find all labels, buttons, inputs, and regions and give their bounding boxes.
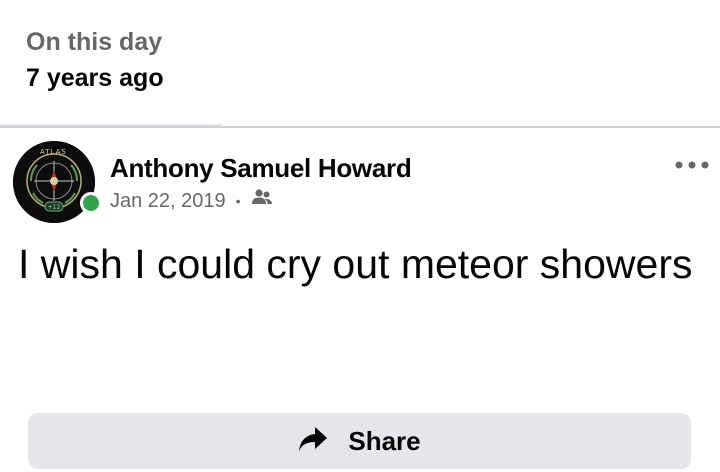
share-button[interactable]: Share (28, 413, 691, 469)
meta-separator: • (235, 193, 241, 209)
share-arrow-icon (298, 426, 328, 457)
more-options-icon (675, 161, 709, 169)
divider (0, 126, 720, 128)
post-meta: Jan 22, 2019 • (110, 188, 273, 214)
more-options-button[interactable] (672, 152, 712, 178)
svg-text:+12: +12 (48, 204, 61, 211)
memory-header: On this day 7 years ago (26, 26, 164, 94)
memory-years-ago: 7 years ago (26, 64, 164, 92)
post-date[interactable]: Jan 22, 2019 (110, 190, 226, 213)
share-label: Share (348, 425, 421, 456)
post-text: I wish I could cry out meteor showers (18, 241, 693, 287)
online-status-dot (80, 192, 102, 214)
friends-icon[interactable] (251, 188, 273, 214)
memory-label: On this day (26, 28, 163, 56)
avatar-badge-text: ATLAS (40, 148, 67, 156)
author-name[interactable]: Anthony Samuel Howard (110, 152, 412, 184)
